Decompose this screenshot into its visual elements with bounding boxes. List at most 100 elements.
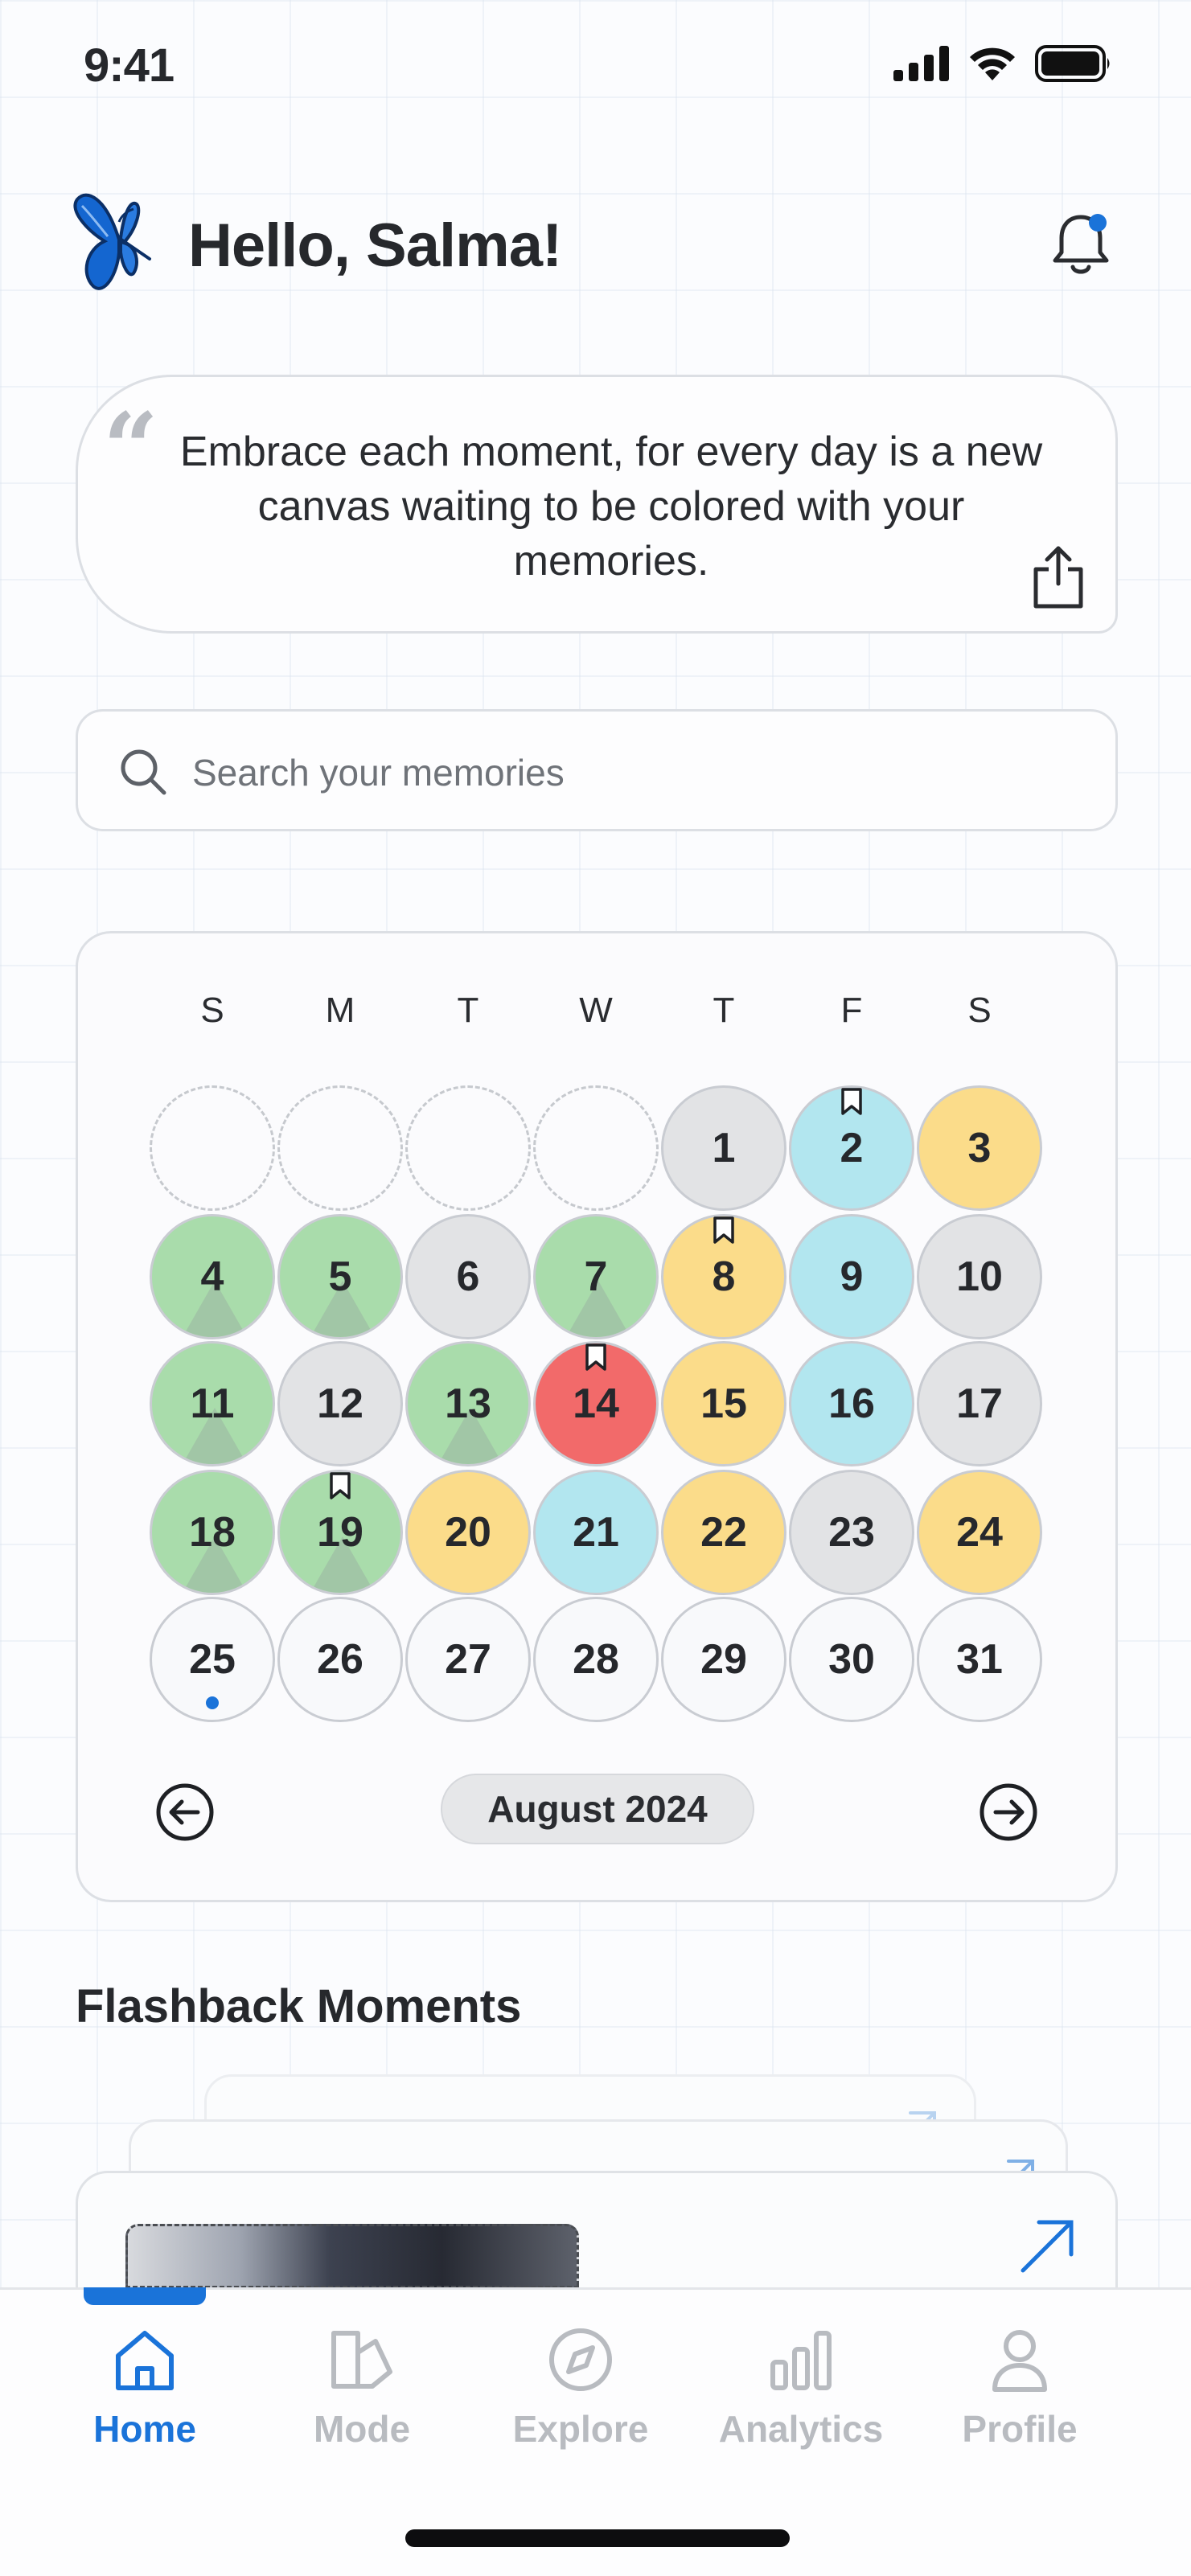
month-label[interactable]: August 2024 xyxy=(441,1774,754,1844)
calendar-day[interactable]: 4 xyxy=(150,1214,275,1339)
day-number: 9 xyxy=(840,1253,864,1300)
day-number: 20 xyxy=(445,1509,491,1556)
calendar-day[interactable]: 28 xyxy=(533,1597,659,1722)
day-number: 23 xyxy=(828,1509,875,1556)
day-number: 1 xyxy=(712,1125,736,1171)
day-number: 12 xyxy=(317,1380,363,1427)
day-number: 25 xyxy=(189,1636,236,1683)
calendar-day[interactable]: 1 xyxy=(661,1085,786,1211)
tab-explore[interactable]: Explore xyxy=(484,2324,677,2451)
day-number: 31 xyxy=(956,1636,1003,1683)
calendar-day[interactable]: 11 xyxy=(150,1341,275,1466)
tab-mode[interactable]: Mode xyxy=(265,2324,458,2451)
previous-month-button[interactable] xyxy=(154,1782,216,1843)
tab-profile[interactable]: Profile xyxy=(923,2324,1116,2451)
calendar-day[interactable]: 12 xyxy=(277,1341,403,1466)
mode-icon xyxy=(331,2331,392,2389)
empty-day-slot xyxy=(150,1085,275,1211)
calendar-day[interactable]: 5 xyxy=(277,1214,403,1339)
search-icon xyxy=(121,749,166,795)
calendar-day[interactable]: 23 xyxy=(789,1470,914,1595)
tab-analytics[interactable]: Analytics xyxy=(704,2324,897,2451)
day-number: 28 xyxy=(573,1636,619,1683)
home-icon xyxy=(116,2331,174,2390)
calendar-day[interactable]: 9 xyxy=(789,1214,914,1339)
share-icon[interactable] xyxy=(1028,544,1089,611)
day-number: 19 xyxy=(317,1509,363,1556)
day-number: 24 xyxy=(956,1509,1003,1556)
day-number: 21 xyxy=(573,1509,619,1556)
day-number: 6 xyxy=(456,1253,480,1300)
calendar-day[interactable]: 26 xyxy=(277,1597,403,1722)
notification-badge xyxy=(1089,214,1107,232)
search-input[interactable] xyxy=(192,740,1077,805)
cellular-signal-icon xyxy=(893,46,949,81)
weekday-label: S xyxy=(967,991,992,1030)
calendar-day[interactable]: 31 xyxy=(917,1597,1042,1722)
day-number: 30 xyxy=(828,1636,875,1683)
next-month-button[interactable] xyxy=(978,1782,1039,1843)
status-icons xyxy=(893,45,1112,82)
day-number: 3 xyxy=(967,1125,992,1171)
bookmark-icon xyxy=(585,1343,606,1371)
day-number: 29 xyxy=(700,1636,747,1683)
greeting-title: Hello, Salma! xyxy=(188,211,562,280)
tab-label: Mode xyxy=(313,2408,411,2450)
calendar-day[interactable]: 16 xyxy=(789,1341,914,1466)
calendar-day[interactable]: 22 xyxy=(661,1470,786,1595)
tab-label: Analytics xyxy=(718,2408,884,2450)
calendar-day[interactable]: 17 xyxy=(917,1341,1042,1466)
status-time: 9:41 xyxy=(84,39,175,92)
wifi-icon xyxy=(970,47,1015,80)
day-number: 16 xyxy=(828,1380,875,1427)
tab-label: Explore xyxy=(512,2408,649,2450)
day-number: 22 xyxy=(700,1509,747,1556)
day-number: 15 xyxy=(700,1380,747,1427)
day-number: 7 xyxy=(584,1253,608,1300)
day-number: 8 xyxy=(712,1253,736,1300)
search-bar xyxy=(76,709,1118,831)
calendar-day[interactable]: 7 xyxy=(533,1214,659,1339)
day-number: 13 xyxy=(445,1380,491,1427)
flashback-title: Flashback Moments xyxy=(76,1980,522,2032)
day-number: 11 xyxy=(190,1380,235,1427)
calendar-day[interactable]: 29 xyxy=(661,1597,786,1722)
calendar-day[interactable]: 24 xyxy=(917,1470,1042,1595)
quote-mark-icon: “ xyxy=(103,392,159,505)
day-number: 4 xyxy=(200,1253,224,1300)
day-number: 18 xyxy=(189,1509,236,1556)
profile-icon xyxy=(992,2330,1047,2392)
quote-text: Embrace each moment, for every day is a … xyxy=(179,429,1043,585)
calendar-day[interactable]: 6 xyxy=(405,1214,531,1339)
calendar-day[interactable]: 27 xyxy=(405,1597,531,1722)
active-tab-indicator xyxy=(84,2287,206,2305)
today-indicator xyxy=(206,1696,219,1709)
compass-icon xyxy=(549,2328,612,2391)
day-number: 26 xyxy=(317,1636,363,1683)
day-number: 10 xyxy=(956,1253,1003,1300)
calendar-day[interactable]: 15 xyxy=(661,1341,786,1466)
calendar-day[interactable]: 18 xyxy=(150,1470,275,1595)
bookmark-icon xyxy=(713,1216,734,1244)
empty-day-slot xyxy=(405,1085,531,1211)
empty-day-slot xyxy=(277,1085,403,1211)
day-number: 14 xyxy=(573,1380,619,1427)
calendar-day[interactable]: 21 xyxy=(533,1470,659,1595)
day-number: 17 xyxy=(956,1380,1003,1427)
weekday-label: T xyxy=(713,991,735,1030)
tab-home[interactable]: Home xyxy=(48,2324,241,2451)
bar-chart-icon xyxy=(770,2331,832,2390)
empty-day-slot xyxy=(533,1085,659,1211)
open-arrow-icon[interactable] xyxy=(1016,2216,1078,2277)
calendar-day[interactable]: 13 xyxy=(405,1341,531,1466)
calendar-day[interactable]: 3 xyxy=(917,1085,1042,1211)
weekday-label: S xyxy=(200,991,224,1030)
weekday-label: T xyxy=(457,991,479,1030)
battery-icon xyxy=(1035,45,1110,82)
weekday-label: M xyxy=(325,991,355,1030)
weekday-label: W xyxy=(579,991,613,1030)
calendar-day[interactable]: 20 xyxy=(405,1470,531,1595)
butterfly-logo xyxy=(73,193,151,290)
calendar-day[interactable]: 30 xyxy=(789,1597,914,1722)
calendar-day[interactable]: 10 xyxy=(917,1214,1042,1339)
